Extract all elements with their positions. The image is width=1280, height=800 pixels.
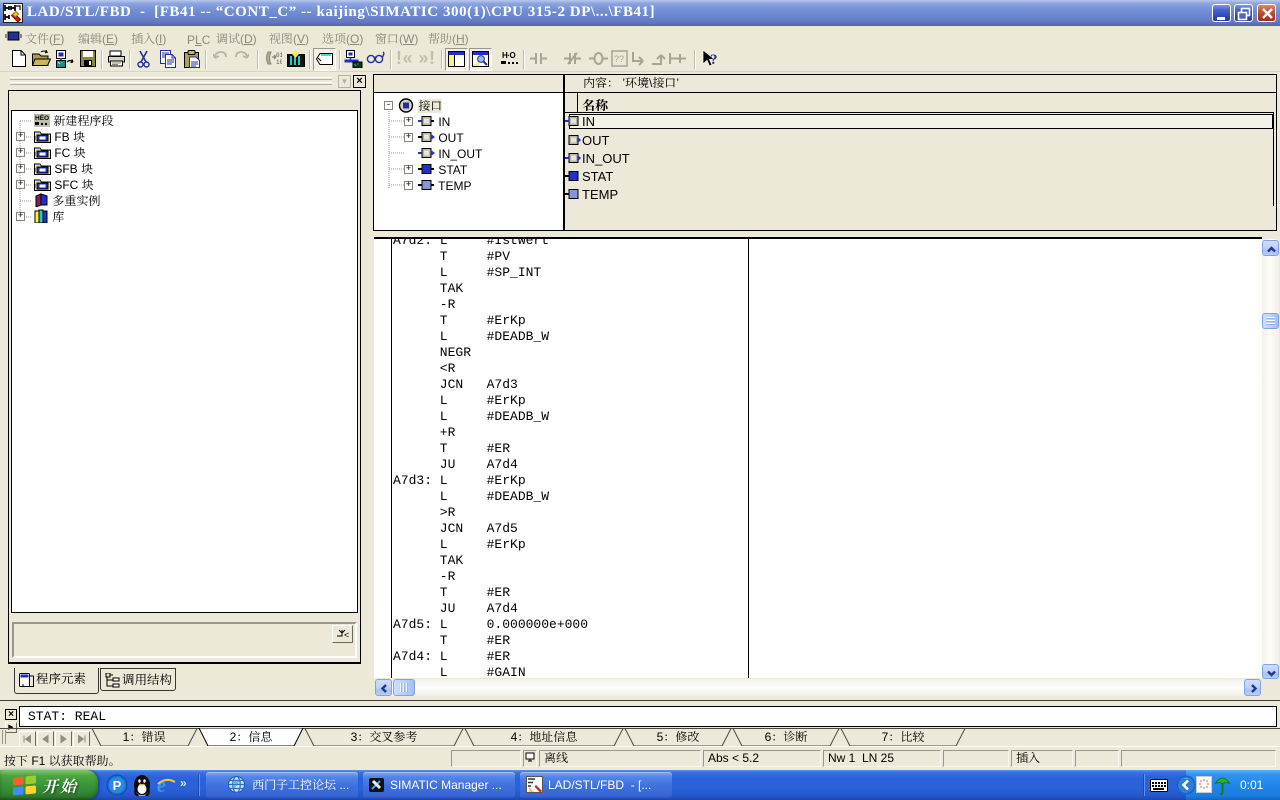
svg-text:1：错误: 1：错误: [123, 730, 166, 744]
svg-text:7：比较: 7：比较: [882, 730, 925, 744]
svg-text:4：地址信息: 4：地址信息: [511, 730, 578, 744]
svg-text:2：信息: 2：信息: [230, 730, 273, 744]
svg-text:P: P: [113, 778, 122, 793]
svg-text:HЁO: HЁO: [35, 114, 49, 122]
svg-text:6：诊断: 6：诊断: [765, 730, 808, 744]
svg-text:10: 10: [276, 59, 282, 66]
svg-text:3：交叉参考: 3：交叉参考: [351, 730, 418, 744]
svg-text:e: e: [157, 775, 166, 796]
svg-text:H·O: H·O: [502, 51, 515, 60]
svg-text:??: ??: [614, 54, 624, 64]
svg-text:<: <: [344, 630, 349, 640]
svg-text:5：修改: 5：修改: [657, 730, 700, 744]
svg-text:?: ?: [710, 52, 718, 68]
svg-text:01: 01: [276, 52, 282, 59]
